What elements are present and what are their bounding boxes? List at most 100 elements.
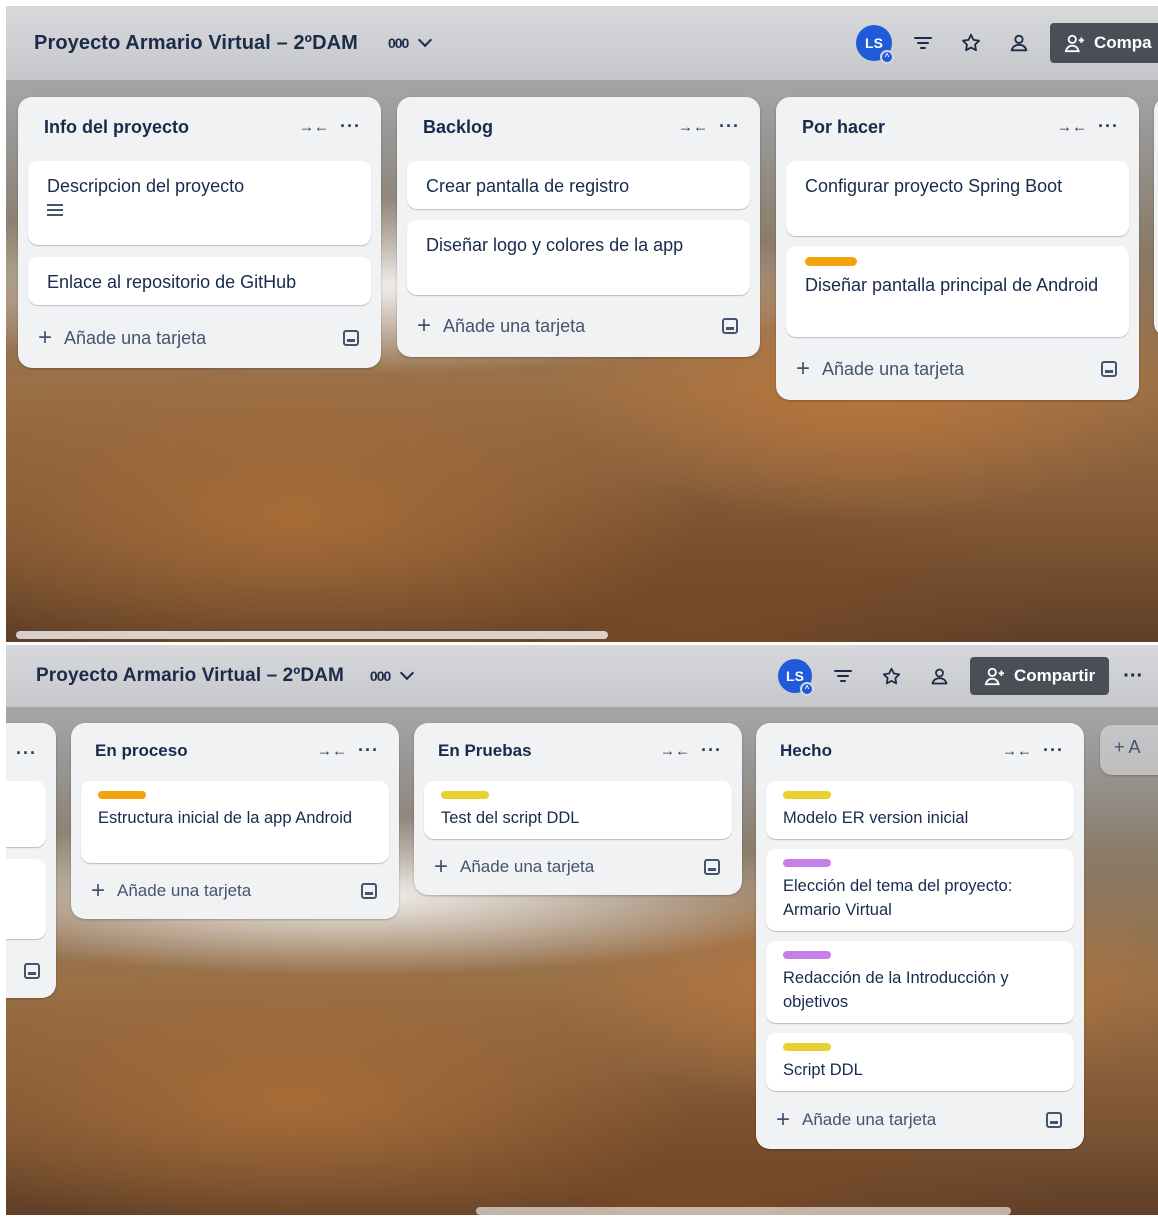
card-partial[interactable] [6, 781, 46, 847]
card-label-purple[interactable] [783, 951, 831, 959]
header-actions: LS ^ Compartir ··· [778, 645, 1143, 707]
add-person-icon [984, 667, 1005, 686]
list-hecho: Hecho →← ··· Modelo ER version inicial E… [756, 723, 1084, 1149]
card-script-ddl[interactable]: Script DDL [766, 1033, 1074, 1091]
star-icon[interactable] [954, 26, 988, 60]
more-icon[interactable]: ··· [1043, 740, 1064, 761]
star-icon[interactable] [874, 659, 908, 693]
add-list-button[interactable]: + A [1100, 725, 1158, 775]
card-title: Enlace al repositorio de GitHub [47, 272, 297, 292]
card-label-yellow[interactable] [783, 791, 831, 799]
board-menu-button[interactable]: ··· [1123, 665, 1143, 688]
add-card-button[interactable]: + Añade una tarjeta [776, 1106, 1068, 1134]
card-partial[interactable] [6, 859, 46, 939]
filter-icon[interactable] [906, 26, 940, 60]
horizontal-scrollbar[interactable] [476, 1207, 1011, 1215]
admin-badge-icon: ^ [880, 50, 894, 64]
plus-icon: + [91, 877, 106, 904]
list-header: En proceso →← ··· [71, 723, 399, 779]
collapse-icon[interactable]: →← [678, 119, 708, 136]
card-disenar-logo[interactable]: Diseñar logo y colores de la app [407, 220, 750, 295]
share-label: Compartir [1014, 666, 1096, 685]
card-test-script-ddl[interactable]: Test del script DDL [424, 781, 732, 839]
board-header: Proyecto Armario Virtual – 2ºDAM 000 LS … [6, 6, 1158, 80]
list-header: En Pruebas →← ··· [414, 723, 742, 779]
card-eleccion-tema[interactable]: Elección del tema del proyecto: Armario … [766, 849, 1074, 931]
list-title[interactable]: Info del proyecto [44, 117, 189, 138]
plus-icon: + [38, 324, 53, 351]
add-card-label: Añade una tarjeta [64, 327, 207, 348]
card-label-orange[interactable] [98, 791, 146, 799]
card-template-icon[interactable] [1101, 361, 1117, 377]
card-estructura-inicial[interactable]: Estructura inicial de la app Android [81, 781, 389, 863]
add-card-button[interactable]: + Añade una tarjeta [38, 323, 365, 353]
card-label-yellow[interactable] [783, 1043, 831, 1051]
filter-icon[interactable] [826, 659, 860, 693]
board-title[interactable]: Proyecto Armario Virtual – 2ºDAM [36, 665, 344, 687]
list-title[interactable]: Por hacer [802, 117, 885, 138]
list-info-del-proyecto: Info del proyecto →← ··· Descripcion del… [18, 97, 381, 368]
list-title[interactable]: En proceso [95, 741, 188, 761]
card-configurar-spring[interactable]: Configurar proyecto Spring Boot [786, 161, 1129, 236]
add-person-icon [1064, 34, 1085, 53]
card-title: Crear pantalla de registro [426, 176, 630, 196]
add-card-button[interactable]: + Añade una tarjeta [434, 853, 726, 881]
more-icon[interactable]: ··· [16, 743, 37, 764]
avatar-initials: LS [786, 668, 804, 684]
add-list-label: + A [1114, 737, 1141, 757]
list-header: Por hacer →← ··· [776, 97, 1139, 157]
card-label-purple[interactable] [783, 859, 831, 867]
list-title[interactable]: Hecho [780, 741, 832, 761]
list-title[interactable]: En Pruebas [438, 741, 532, 761]
card-title: Diseñar logo y colores de la app [426, 235, 684, 255]
card-title: Estructura inicial de la app Android [98, 809, 353, 827]
card-crear-pantalla-registro[interactable]: Crear pantalla de registro [407, 161, 750, 209]
share-button[interactable]: Compartir [970, 657, 1110, 695]
card-descripcion[interactable]: Descripcion del proyecto [28, 161, 371, 245]
collapse-icon[interactable]: →← [317, 743, 347, 760]
card-title: Elección del tema del proyecto: Armario … [783, 877, 1013, 919]
more-icon[interactable]: ··· [1098, 116, 1119, 137]
add-card-button[interactable]: + Añade una tarjeta [417, 311, 744, 341]
card-title: Script DDL [783, 1061, 863, 1079]
members-icon[interactable] [1002, 26, 1036, 60]
card-template-icon[interactable] [704, 859, 720, 875]
board-title[interactable]: Proyecto Armario Virtual – 2ºDAM [34, 32, 358, 55]
card-template-icon[interactable] [24, 963, 40, 979]
avatar-initials: LS [865, 35, 883, 51]
avatar[interactable]: LS ^ [856, 25, 894, 64]
collapse-icon[interactable]: →← [299, 119, 329, 136]
more-icon[interactable]: ··· [719, 116, 740, 137]
collapse-icon[interactable]: →← [660, 743, 690, 760]
add-card-button[interactable]: + Añade una tarjeta [91, 877, 383, 905]
horizontal-scrollbar[interactable] [16, 631, 608, 639]
collapse-icon[interactable]: →← [1002, 743, 1032, 760]
card-disenar-pantalla-principal[interactable]: Diseñar pantalla principal de Android [786, 246, 1129, 337]
card-redaccion-introduccion[interactable]: Redacción de la Introducción y objetivos [766, 941, 1074, 1023]
view-switcher[interactable]: 000 [370, 665, 415, 684]
card-label-orange[interactable] [805, 257, 857, 266]
card-template-icon[interactable] [343, 330, 359, 346]
plus-icon: + [776, 1106, 791, 1133]
add-card-button[interactable]: + Añade una tarjeta [796, 354, 1123, 384]
collapse-icon[interactable]: →← [1057, 119, 1087, 136]
board-view-icon: 000 [387, 35, 409, 51]
more-icon[interactable]: ··· [701, 740, 722, 761]
card-template-icon[interactable] [361, 883, 377, 899]
card-enlace-github[interactable]: Enlace al repositorio de GitHub [28, 257, 371, 305]
card-label-yellow[interactable] [441, 791, 489, 799]
avatar[interactable]: LS ^ [778, 659, 814, 696]
list-title[interactable]: Backlog [423, 117, 493, 138]
list-header: Backlog →← ··· [397, 97, 760, 157]
card-modelo-er[interactable]: Modelo ER version inicial [766, 781, 1074, 839]
board-view-top: Proyecto Armario Virtual – 2ºDAM 000 LS … [6, 6, 1158, 642]
share-button[interactable]: Compa [1050, 23, 1158, 63]
more-icon[interactable]: ··· [358, 740, 379, 761]
more-icon[interactable]: ··· [340, 116, 361, 137]
view-switcher[interactable]: 000 [387, 32, 433, 51]
members-icon[interactable] [922, 659, 956, 693]
card-template-icon[interactable] [722, 318, 738, 334]
list-header: Hecho →← ··· [756, 723, 1084, 779]
card-template-icon[interactable] [1046, 1112, 1062, 1128]
chevron-down-icon [418, 32, 433, 48]
